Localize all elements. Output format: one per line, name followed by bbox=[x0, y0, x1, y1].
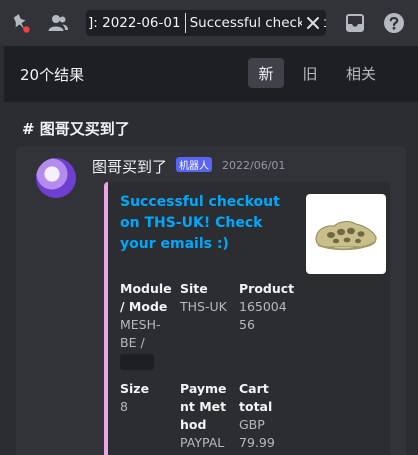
field-name-module-mode: Module / Mode bbox=[120, 281, 172, 314]
sort-tab-oldest[interactable]: 旧 bbox=[292, 58, 328, 88]
field-name-cart-total: Cart total bbox=[239, 381, 273, 414]
embed-title: Successful checkout on THS-UK! Check you… bbox=[120, 194, 280, 252]
search-input[interactable]: ]: 2022-06-01 Successful checkout bbox=[86, 10, 326, 36]
bot-badge: 机器人 bbox=[176, 157, 212, 172]
message-embed: Successful checkout on THS-UK! Check you… bbox=[104, 182, 390, 455]
search-filter-chip[interactable]: ]: 2022-06-01 bbox=[86, 13, 186, 33]
field-name-site: Site bbox=[180, 281, 208, 296]
field-value-size: 8 bbox=[120, 399, 128, 414]
results-count: 20个结果 bbox=[20, 66, 85, 84]
pin-icon[interactable] bbox=[8, 11, 32, 35]
field-value-product: 16500456 bbox=[239, 299, 287, 332]
inbox-icon[interactable] bbox=[343, 11, 367, 35]
field-name-product: Product bbox=[239, 281, 295, 296]
field-value-module-mode: MESH-BE / bbox=[120, 317, 161, 350]
message-timestamp: 2022/06/01 bbox=[222, 159, 286, 172]
avatar[interactable] bbox=[36, 158, 76, 198]
product-thumbnail[interactable] bbox=[306, 194, 386, 274]
results-header: 20个结果 新 旧 相关 bbox=[4, 46, 418, 102]
channel-toolbar: ]: 2022-06-01 Successful checkout bbox=[0, 0, 418, 46]
help-icon[interactable] bbox=[382, 11, 406, 35]
search-results-panel: 20个结果 新 旧 相关 # 图哥又买到了 图哥买到了 机器人 2022/06/… bbox=[4, 46, 418, 455]
redacted-block bbox=[120, 354, 154, 370]
search-result-message[interactable]: 图哥买到了 机器人 2022/06/01 Successful checkout… bbox=[16, 146, 406, 455]
field-value-payment-method: PAYPAL bbox=[180, 435, 225, 450]
message-author[interactable]: 图哥买到了 bbox=[92, 156, 167, 177]
result-channel-name[interactable]: # 图哥又买到了 bbox=[22, 118, 130, 139]
field-name-size: Size bbox=[120, 381, 150, 396]
members-icon[interactable] bbox=[46, 11, 70, 35]
field-name-payment-method: Payment Method bbox=[180, 381, 227, 432]
clear-search-icon[interactable] bbox=[302, 12, 324, 34]
sort-tab-relevant[interactable]: 相关 bbox=[338, 58, 384, 88]
field-value-site: THS-UK bbox=[180, 299, 227, 314]
sneaker-icon bbox=[315, 221, 377, 251]
sort-tab-newest[interactable]: 新 bbox=[248, 58, 284, 88]
field-value-cart-total: GBP 79.99 bbox=[239, 417, 275, 450]
